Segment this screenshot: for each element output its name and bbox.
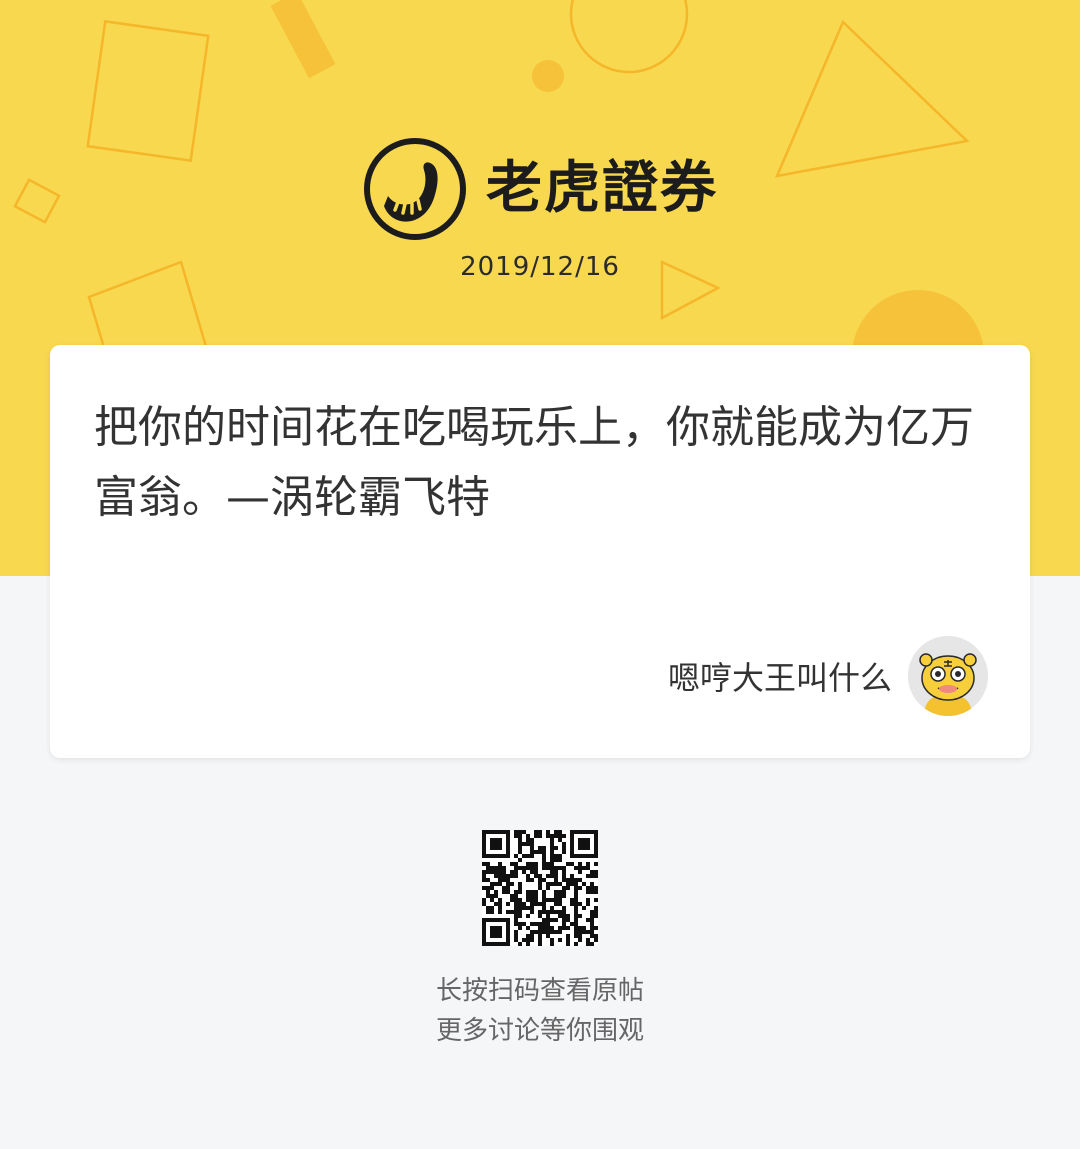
scan-hint-line1: 长按扫码查看原帖 [435, 976, 644, 1006]
post-quote: 把你的时间花在吃喝玩乐上，你就能成为亿万富翁。—涡轮霸飞特 [94, 402, 974, 523]
author-info: 嗯哼大王叫什么 [668, 636, 988, 716]
author-name: 嗯哼大王叫什么 [667, 659, 892, 697]
tiger-tail-logo-icon [364, 138, 466, 240]
quote-card: 把你的时间花在吃喝玩乐上，你就能成为亿万富翁。—涡轮霸飞特 嗯哼大王叫什么 [50, 345, 1030, 758]
post-date: 2019/12/16 [460, 252, 620, 282]
tiger-avatar-icon [908, 636, 988, 716]
qr-code-icon[interactable] [482, 830, 598, 946]
brand-name: 老虎證券 [486, 156, 718, 221]
scan-hint-line2: 更多讨论等你围观 [435, 1016, 644, 1046]
brand-lockup: 老虎證券 [362, 136, 718, 242]
